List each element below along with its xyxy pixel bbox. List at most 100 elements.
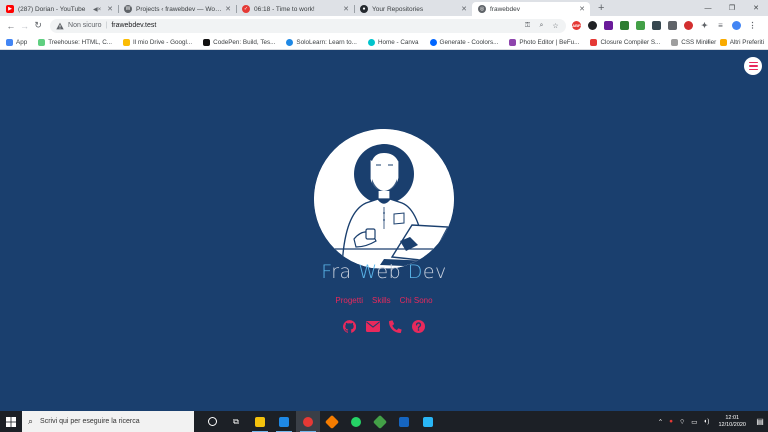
key-icon[interactable]: ⚿ <box>523 21 532 30</box>
profile-avatar-icon[interactable] <box>732 21 741 30</box>
minimize-icon[interactable]: — <box>696 0 720 16</box>
bookmark-label: Treehouse: HTML, C... <box>48 38 113 46</box>
blue-app-icon[interactable] <box>392 411 416 432</box>
notifications-icon[interactable]: ▤ <box>752 417 768 426</box>
tab-youtube[interactable]: ▶ (287) Dorian - YouTube ◀× ✕ <box>0 2 118 16</box>
forward-button[interactable]: → <box>18 19 32 33</box>
site-title: Fra Web Dev <box>0 261 768 283</box>
main-nav: Progetti Skills Chi Sono <box>0 296 768 305</box>
coolors-icon <box>429 38 437 46</box>
photos-icon[interactable] <box>416 411 440 432</box>
bookmark-item[interactable]: Photo Editor | BeFu... <box>509 38 580 46</box>
youtube-icon: ▶ <box>6 5 14 13</box>
mail-icon[interactable] <box>365 319 380 333</box>
volume-icon[interactable]: ◖) <box>703 418 709 425</box>
bookmark-label: Photo Editor | BeFu... <box>519 38 580 46</box>
back-button[interactable]: ← <box>4 19 18 33</box>
vscode-icon[interactable] <box>272 411 296 432</box>
bookmark-label: Il mio Drive - Googl... <box>133 38 193 46</box>
file-explorer-icon[interactable] <box>248 411 272 432</box>
tab-frawebdev[interactable]: ◎ frawebdev ✕ <box>472 2 590 16</box>
close-tab-icon[interactable]: ✕ <box>225 5 231 13</box>
bookmark-label: Altri Preferiti <box>729 39 764 46</box>
battery-icon[interactable]: ▭ <box>691 418 697 426</box>
restore-icon[interactable]: ❐ <box>720 0 744 16</box>
nav-link-progetti[interactable]: Progetti <box>335 296 363 305</box>
hamburger-menu-button[interactable] <box>744 57 762 75</box>
git-icon[interactable] <box>320 411 344 432</box>
close-tab-icon[interactable]: ✕ <box>343 5 349 13</box>
speaker-muted-icon[interactable]: ◀× <box>93 6 101 13</box>
browser-toolbar: ← → ↻ Non sicuro | frawebdev.test ⚿ ⌕ ☆ … <box>0 16 768 35</box>
kebab-menu-icon[interactable]: ⋮ <box>748 21 757 30</box>
divider: | <box>105 22 108 29</box>
shield-extension-icon[interactable] <box>652 21 661 30</box>
security-tray-icon[interactable]: ● <box>669 418 673 425</box>
taskbar-search-box[interactable]: ⌕ Scrivi qui per eseguire la ricerca <box>22 411 194 432</box>
github-icon[interactable] <box>343 319 357 333</box>
url-text[interactable]: frawebdev.test <box>111 22 156 29</box>
purple-extension-icon[interactable] <box>604 21 613 30</box>
other-bookmarks-folder[interactable]: Altri Preferiti <box>719 39 764 46</box>
chrome-icon[interactable] <box>296 411 320 432</box>
zoom-icon[interactable]: ⌕ <box>537 21 546 30</box>
edit-extension-icon[interactable] <box>668 21 677 30</box>
wordpress-icon: W <box>124 5 132 13</box>
cortana-icon[interactable] <box>200 411 224 432</box>
brand-text: ra <box>331 261 359 283</box>
close-tab-icon[interactable]: ✕ <box>107 5 113 13</box>
close-tab-icon[interactable]: ✕ <box>461 5 467 13</box>
bookmark-item[interactable]: CodePen: Build, Tes... <box>203 38 276 46</box>
tab-github[interactable]: ● Your Repositories ✕ <box>354 2 472 16</box>
puzzle-extensions-icon[interactable]: ✦ <box>700 21 709 30</box>
menu-line <box>748 65 758 67</box>
bookmark-item[interactable]: Treehouse: HTML, C... <box>38 38 113 46</box>
new-tab-button[interactable]: + <box>598 2 604 16</box>
warning-icon[interactable] <box>56 22 64 30</box>
reload-button[interactable]: ↻ <box>31 19 45 33</box>
menu-line <box>748 68 758 71</box>
bookmark-label: Home - Canva <box>377 38 419 46</box>
bookmark-star-icon[interactable]: ☆ <box>551 21 560 30</box>
befunky-icon <box>509 38 517 46</box>
nav-link-chi-sono[interactable]: Chi Sono <box>400 296 433 305</box>
chevron-up-icon[interactable]: ⌃ <box>658 418 663 426</box>
lime-extension-icon[interactable] <box>636 21 645 30</box>
tab-timer[interactable]: ✓ 06:18 - Time to work! ✕ <box>236 2 354 16</box>
brand-initial: D <box>407 261 423 283</box>
dark-extension-icon[interactable] <box>588 21 597 30</box>
bookmark-item[interactable]: Closure Compiler S... <box>590 38 660 46</box>
network-icon[interactable]: ⌔ <box>679 417 685 426</box>
question-icon[interactable] <box>412 319 426 333</box>
phone-icon[interactable] <box>389 319 403 333</box>
bookmarks-bar: App Treehouse: HTML, C... Il mio Drive -… <box>0 35 768 50</box>
more-bookmarks-button[interactable]: » <box>706 39 710 46</box>
tab-strip: ▶ (287) Dorian - YouTube ◀× ✕ W Projects… <box>0 0 768 16</box>
adblock-extension-icon[interactable]: ABP <box>572 21 581 30</box>
windows-start-button[interactable] <box>0 411 22 432</box>
folder-icon <box>719 39 727 46</box>
green-extension-icon[interactable] <box>620 21 629 30</box>
task-view-icon[interactable]: ⧉ <box>224 411 248 432</box>
clock-time: 12:01 <box>725 414 740 421</box>
clock-date: 12/10/2020 <box>718 421 746 428</box>
address-bar[interactable]: Non sicuro | frawebdev.test ⚿ ⌕ ☆ <box>50 18 566 33</box>
close-window-icon[interactable]: ✕ <box>744 0 768 16</box>
opera-extension-icon[interactable] <box>684 21 693 30</box>
bookmark-item[interactable]: App <box>6 38 27 46</box>
clock[interactable]: 12:01 12/10/2020 <box>718 415 746 429</box>
green-app-icon[interactable] <box>368 411 392 432</box>
bookmark-item[interactable]: SoloLearn: Learn to... <box>286 38 357 46</box>
nav-link-skills[interactable]: Skills <box>372 296 391 305</box>
media-controls-icon[interactable]: ≡ <box>716 21 725 30</box>
search-placeholder: Scrivi qui per eseguire la ricerca <box>40 418 140 425</box>
tab-wordpress[interactable]: W Projects ‹ frawebdev — WordPress ✕ <box>118 2 236 16</box>
bookmark-item[interactable]: Home - Canva <box>367 38 419 46</box>
taskbar-apps: ⧉ <box>200 411 440 432</box>
whatsapp-icon[interactable] <box>344 411 368 432</box>
bookmark-item[interactable]: Generate - Coolors... <box>429 38 498 46</box>
close-tab-icon[interactable]: ✕ <box>579 5 585 13</box>
security-label[interactable]: Non sicuro <box>68 22 101 29</box>
bookmark-item[interactable]: Il mio Drive - Googl... <box>123 38 193 46</box>
bookmark-label: CodePen: Build, Tes... <box>213 38 276 46</box>
